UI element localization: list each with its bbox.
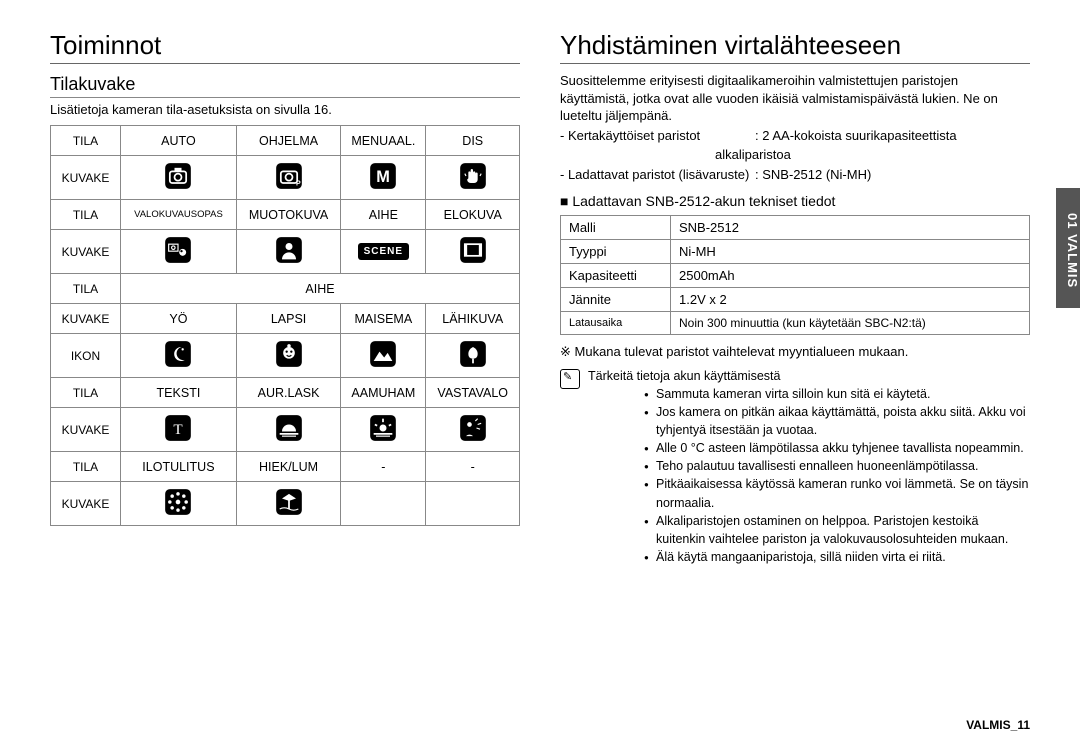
- beach-icon: [236, 482, 340, 526]
- row-label-ikon: IKON: [51, 334, 121, 378]
- right-column: Yhdistäminen virtalähteeseen Suosittelem…: [560, 30, 1030, 710]
- spec-model-value: SNB-2512: [671, 216, 1030, 240]
- mode-movie: ELOKUVA: [426, 200, 520, 230]
- bullet-7: Älä käytä mangaaniparistoja, sillä niide…: [644, 548, 1030, 566]
- hand-icon: [426, 156, 520, 200]
- fireworks-icon: [121, 482, 237, 526]
- svg-text:M: M: [377, 168, 391, 186]
- footer-label: VALMIS_: [966, 718, 1017, 732]
- row-label-mode-2: TILA: [51, 200, 121, 230]
- row-label-icon-5: KUVAKE: [51, 482, 121, 526]
- spec-table: MalliSNB-2512 TyyppiNi-MH Kapasiteetti25…: [560, 215, 1030, 335]
- right-para1: Suosittelemme erityisesti digitaalikamer…: [560, 72, 1030, 125]
- text-icon: T: [121, 408, 237, 452]
- important-title: Tärkeitä tietoja akun käyttämisestä: [588, 369, 1030, 383]
- portrait-icon: [236, 230, 340, 274]
- bullet-3: Alle 0 °C asteen lämpötilassa akku tyhje…: [644, 439, 1030, 457]
- scene-backlight: VASTAVALO: [426, 378, 520, 408]
- spec-capacity-label: Kapasiteetti: [561, 264, 671, 288]
- mode-table: TILA AUTO OHJELMA MENUAAL. DIS KUVAKE P …: [50, 125, 520, 526]
- svg-text:T: T: [174, 421, 183, 438]
- landscape-icon: [341, 334, 426, 378]
- empty-icon-2: [426, 482, 520, 526]
- scene-text: TEKSTI: [121, 378, 237, 408]
- scene-beach: HIEK/LUM: [236, 452, 340, 482]
- camera-p-icon: P: [236, 156, 340, 200]
- bullet-4: Teho palautuu tavallisesti ennalleen huo…: [644, 457, 1030, 475]
- spec-voltage-label: Jännite: [561, 288, 671, 312]
- child-icon: [236, 334, 340, 378]
- row-label-icon: KUVAKE: [51, 156, 121, 200]
- mode-program: OHJELMA: [236, 126, 340, 156]
- spec-type-value: Ni-MH: [671, 240, 1030, 264]
- bullet-6: Alkaliparistojen ostaminen on helppoa. P…: [644, 512, 1030, 548]
- macro-icon: [426, 334, 520, 378]
- spec-charge-label: Latausaika: [561, 312, 671, 335]
- spec-title: ■ Ladattavan SNB-2512-akun tekniset tied…: [560, 193, 1030, 209]
- svg-text:P: P: [296, 180, 301, 187]
- movie-icon: [426, 230, 520, 274]
- row-label-mode: TILA: [51, 126, 121, 156]
- scene-child: LAPSI: [236, 304, 340, 334]
- spec-model-label: Malli: [561, 216, 671, 240]
- mode-manual: MENUAAL.: [341, 126, 426, 156]
- rechargeable-label: - Ladattavat paristot (lisävaruste): [560, 166, 755, 184]
- scene-empty-1: -: [341, 452, 426, 482]
- footer: VALMIS_11: [966, 718, 1030, 732]
- backlight-icon: [426, 408, 520, 452]
- row-label-mode-4: TILA: [51, 378, 121, 408]
- dawn-icon: [341, 408, 426, 452]
- mode-auto: AUTO: [121, 126, 237, 156]
- row-label-icon-4: KUVAKE: [51, 408, 121, 452]
- scene-empty-2: -: [426, 452, 520, 482]
- left-title: Toiminnot: [50, 30, 520, 64]
- side-tab: 01 VALMIS: [1056, 188, 1080, 308]
- scene-macro: LÄHIKUVA: [426, 304, 520, 334]
- scene-landscape: MAISEMA: [341, 304, 426, 334]
- left-column: Toiminnot Tilakuvake Lisätietoja kameran…: [50, 30, 520, 710]
- empty-icon-1: [341, 482, 426, 526]
- spec-voltage-value: 1.2V x 2: [671, 288, 1030, 312]
- bullet-1: Sammuta kameran virta silloin kun sitä e…: [644, 385, 1030, 403]
- spec-charge-value: Noin 300 minuuttia (kun käytetään SBC-N2…: [671, 312, 1030, 335]
- disposable-value1: : 2 AA-kokoista suurikapasiteettista: [755, 127, 957, 145]
- row-label-icon-3: KUVAKE: [51, 304, 121, 334]
- camera-icon: [121, 156, 237, 200]
- mode-dis: DIS: [426, 126, 520, 156]
- guide-icon: [121, 230, 237, 274]
- left-subtitle: Tilakuvake: [50, 74, 520, 98]
- disposable-value2: alkaliparistoa: [560, 146, 1030, 164]
- sunset-icon: [236, 408, 340, 452]
- scene-fireworks: ILOTULITUS: [121, 452, 237, 482]
- note-icon: [560, 369, 580, 389]
- rechargeable-value: : SNB-2512 (Ni-MH): [755, 166, 871, 184]
- scene-sunset: AUR.LASK: [236, 378, 340, 408]
- important-bullets: Sammuta kameran virta silloin kun sitä e…: [604, 385, 1030, 566]
- mode-portrait: MUOTOKUVA: [236, 200, 340, 230]
- row-label-mode-5: TILA: [51, 452, 121, 482]
- intro-text: Lisätietoja kameran tila-asetuksista on …: [50, 102, 520, 117]
- spec-type-label: Tyyppi: [561, 240, 671, 264]
- scene-header: AIHE: [121, 274, 520, 304]
- mode-guide: VALOKUVAUSOPAS: [121, 200, 237, 230]
- scene-dawn: AAMUHAM: [341, 378, 426, 408]
- bullet-2: Jos kamera on pitkän aikaa käyttämättä, …: [644, 403, 1030, 439]
- mode-scene: AIHE: [341, 200, 426, 230]
- disposable-label: - Kertakäyttöiset paristot: [560, 127, 755, 145]
- night-icon: [121, 334, 237, 378]
- scene-night: YÖ: [121, 304, 237, 334]
- note-star: ※ Mukana tulevat paristot vaihtelevat my…: [560, 343, 1030, 361]
- row-label-icon-2: KUVAKE: [51, 230, 121, 274]
- scene-icon: SCENE: [341, 230, 426, 274]
- bullet-5: Pitkäaikaisessa käytössä kameran runko v…: [644, 475, 1030, 511]
- footer-page: 11: [1017, 718, 1030, 732]
- right-title: Yhdistäminen virtalähteeseen: [560, 30, 1030, 64]
- row-label-mode-3: TILA: [51, 274, 121, 304]
- letter-m-icon: M: [341, 156, 426, 200]
- spec-capacity-value: 2500mAh: [671, 264, 1030, 288]
